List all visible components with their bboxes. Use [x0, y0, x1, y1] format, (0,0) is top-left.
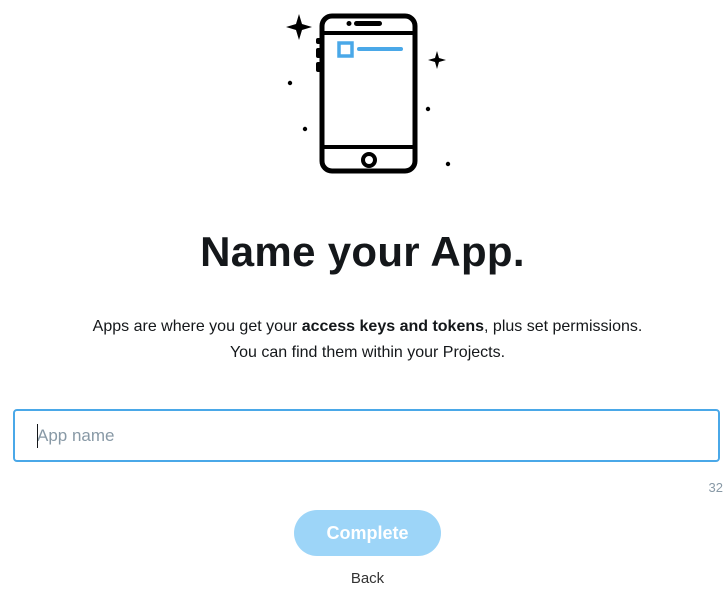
description-text: Apps are where you get your: [92, 318, 302, 335]
sparkle-icon: [428, 51, 446, 69]
character-counter: 32: [708, 480, 723, 495]
back-link[interactable]: Back: [0, 570, 725, 587]
description-line-2: You can find them within your Projects.: [229, 344, 506, 361]
app-name-input[interactable]: [15, 411, 718, 460]
complete-button[interactable]: Complete: [294, 510, 441, 556]
description-text-end: , plus set permissions.: [484, 318, 643, 335]
description: Apps are where you get your access keys …: [0, 314, 725, 366]
name-app-dialog: Name your App. Apps are where you get yo…: [0, 0, 725, 589]
app-name-field[interactable]: [13, 409, 720, 462]
sparkle-icon: [286, 14, 312, 40]
page-title: Name your App.: [200, 228, 525, 275]
smartphone-illustration-icon: [286, 13, 451, 174]
description-bold: access keys and tokens: [301, 318, 485, 335]
text-caret: [37, 424, 38, 448]
